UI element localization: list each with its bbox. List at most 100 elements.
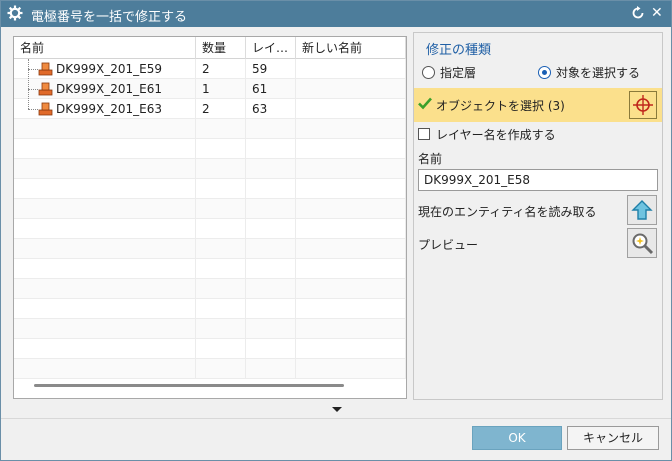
cell-count <box>196 179 246 199</box>
column-header-layer[interactable]: レイ… <box>246 37 296 59</box>
cell-layer <box>246 179 296 199</box>
magnifier-icon <box>632 233 654 255</box>
layer-icon <box>38 102 53 116</box>
cell-layer <box>246 339 296 359</box>
gear-icon[interactable] <box>7 5 23 21</box>
table-row[interactable]: DK999X_201_E61 1 61 <box>14 79 406 99</box>
expand-arrow-icon[interactable] <box>332 407 342 412</box>
cell-name <box>14 139 196 159</box>
cell-layer <box>246 359 296 379</box>
cell-layer <box>246 299 296 319</box>
cell-layer <box>246 139 296 159</box>
cell-name <box>14 299 196 319</box>
cell-text: 63 <box>252 102 268 116</box>
cell-count <box>196 359 246 379</box>
create-layer-name-checkbox[interactable] <box>418 128 430 140</box>
preview-button[interactable] <box>627 228 657 258</box>
tree-connector <box>28 59 29 109</box>
cell-text: 2 <box>202 62 210 76</box>
read-entity-name-button[interactable] <box>627 195 657 225</box>
tree-branch <box>28 89 38 90</box>
cell-name <box>14 339 196 359</box>
column-header-new-name[interactable]: 新しい名前 <box>296 37 406 59</box>
cell-new-name <box>296 179 406 199</box>
cell-name <box>14 119 196 139</box>
cell-name <box>14 159 196 179</box>
table-row[interactable]: DK999X_201_E59 2 59 <box>14 59 406 79</box>
cell-name <box>14 259 196 279</box>
title-bar: 電極番号を一括で修正する ✕ <box>1 1 671 27</box>
cell-new-name <box>296 259 406 279</box>
cell-new-name <box>296 299 406 319</box>
cell-new-name <box>296 139 406 159</box>
table-row <box>14 119 406 139</box>
cell-new-name <box>296 319 406 339</box>
cell-count <box>196 259 246 279</box>
cell-text: DK999X_201_E63 <box>56 102 162 116</box>
cell-new-name <box>296 359 406 379</box>
column-header-name[interactable]: 名前 <box>14 37 196 59</box>
table-header: 名前 数量 レイ… 新しい名前 <box>14 37 406 59</box>
close-icon[interactable]: ✕ <box>651 5 663 21</box>
cell-text: DK999X_201_E59 <box>56 62 162 76</box>
cell-count: 2 <box>196 59 246 79</box>
cancel-button[interactable]: キャンセル <box>567 426 659 450</box>
reset-icon[interactable] <box>631 6 645 20</box>
table-row <box>14 359 406 379</box>
table-row <box>14 199 406 219</box>
cell-count <box>196 119 246 139</box>
cell-new-name <box>296 99 406 119</box>
cell-layer <box>246 279 296 299</box>
horizontal-scrollbar[interactable] <box>34 384 344 387</box>
table-row <box>14 159 406 179</box>
cell-name: DK999X_201_E63 <box>14 99 196 119</box>
cell-name <box>14 359 196 379</box>
cell-name: DK999X_201_E59 <box>14 59 196 79</box>
cell-name <box>14 199 196 219</box>
cell-count <box>196 139 246 159</box>
cell-count <box>196 339 246 359</box>
name-input[interactable] <box>418 169 658 191</box>
table-row <box>14 239 406 259</box>
create-layer-name-label[interactable]: レイヤー名を作成する <box>436 126 556 143</box>
cell-new-name <box>296 159 406 179</box>
arrow-up-icon <box>631 200 653 220</box>
cell-count <box>196 219 246 239</box>
radio-button-unchecked[interactable] <box>422 66 435 79</box>
cell-count <box>196 159 246 179</box>
options-panel: 修正の種類 指定層 対象を選択する オブジェクトを選択 (3) レイヤー名を作成… <box>413 32 663 400</box>
cell-layer <box>246 219 296 239</box>
crosshair-select-button[interactable] <box>629 91 657 119</box>
read-entity-name-label: 現在のエンティティ名を読み取る <box>418 205 597 219</box>
group-title-modification-type: 修正の種類 <box>426 43 492 58</box>
cell-layer <box>246 319 296 339</box>
footer-divider <box>1 418 671 419</box>
cell-layer <box>246 119 296 139</box>
window-title: 電極番号を一括で修正する <box>31 10 188 25</box>
electrode-table: 名前 数量 レイ… 新しい名前 DK999X_201_E59 2 59 DK999X_… <box>13 36 407 399</box>
cell-count: 2 <box>196 99 246 119</box>
cell-layer: 63 <box>246 99 296 119</box>
crosshair-icon <box>633 95 653 115</box>
column-header-count[interactable]: 数量 <box>196 37 246 59</box>
checkmark-icon <box>418 97 432 110</box>
cell-count <box>196 199 246 219</box>
table-row <box>14 179 406 199</box>
radio-label-specified-layer: 指定層 <box>440 66 477 80</box>
cell-count <box>196 319 246 339</box>
cell-new-name <box>296 279 406 299</box>
table-row[interactable]: DK999X_201_E63 2 63 <box>14 99 406 119</box>
table-row <box>14 139 406 159</box>
cell-layer <box>246 239 296 259</box>
cell-name: DK999X_201_E61 <box>14 79 196 99</box>
select-object-bar[interactable]: オブジェクトを選択 (3) <box>414 88 662 122</box>
cell-layer <box>246 159 296 179</box>
cell-text: 61 <box>252 82 268 96</box>
cell-name <box>14 179 196 199</box>
cell-new-name <box>296 199 406 219</box>
cell-name <box>14 319 196 339</box>
ok-button[interactable]: OK <box>472 426 562 450</box>
tree-branch <box>28 109 38 110</box>
cell-count <box>196 299 246 319</box>
radio-button-checked[interactable] <box>538 66 551 79</box>
